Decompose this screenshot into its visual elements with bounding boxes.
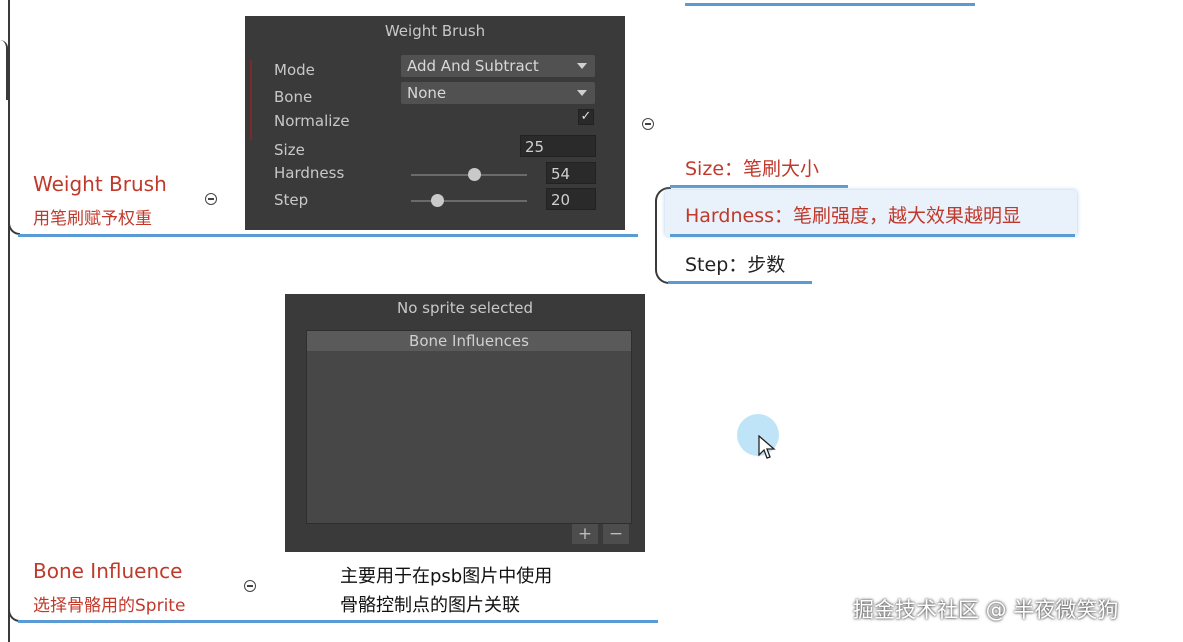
chevron-down-icon — [577, 63, 587, 69]
mode-label: Mode — [274, 61, 315, 79]
mode-dropdown[interactable]: Add And Subtract — [401, 55, 595, 77]
bone-label: Bone — [274, 88, 313, 106]
bone-add-button[interactable]: + — [572, 524, 598, 544]
size-note[interactable]: Size：笔刷大小 — [685, 154, 819, 181]
bone-influence-collapse-icon[interactable] — [244, 580, 256, 592]
bone-description-line1: 主要用于在psb图片中使用 — [340, 566, 553, 587]
bone-influence-branch-curve — [8, 580, 20, 622]
top-node-underline — [685, 3, 975, 6]
bone-influence-node-underline — [18, 620, 658, 623]
bone-dropdown-value: None — [407, 84, 447, 102]
weight-brush-node-subtitle: 用笔刷赋予权重 — [33, 209, 152, 229]
weight-brush-branch-curve — [8, 195, 20, 235]
main-trunk-line — [8, 0, 10, 642]
size-label: Size — [274, 141, 305, 159]
weight-brush-panel: Weight Brush Mode Add And Subtract Bone … — [245, 16, 625, 230]
bone-remove-button[interactable]: − — [603, 524, 629, 544]
step-label: Step — [274, 191, 309, 209]
step-note[interactable]: Step：步数 — [685, 250, 785, 277]
hardness-label: Hardness — [274, 164, 345, 182]
top-left-connector — [0, 40, 8, 100]
hardness-slider-thumb[interactable] — [468, 168, 481, 181]
weight-brush-node-underline — [18, 234, 638, 237]
weight-brush-node-title[interactable]: Weight Brush — [33, 172, 167, 196]
bone-description-line2: 骨骼控制点的图片关联 — [340, 595, 520, 616]
normalize-label: Normalize — [274, 112, 350, 130]
right-branch-curve-bottom — [655, 234, 671, 284]
step-slider-thumb[interactable] — [431, 194, 444, 207]
hardness-note-underline — [670, 234, 1075, 237]
step-field[interactable]: 20 — [546, 188, 596, 210]
watermark-text: 掘金技术社区 @ 半夜微笑狗 — [853, 598, 1119, 622]
chevron-down-icon — [577, 90, 587, 96]
bone-list-header: Bone Influences — [307, 331, 631, 351]
bone-influence-node-subtitle: 选择骨骼用的Sprite — [33, 596, 186, 616]
mouse-pointer-icon — [758, 435, 776, 459]
weight-brush-collapse-icon[interactable] — [205, 193, 217, 205]
size-note-underline — [670, 185, 848, 188]
panel-left-edge-accent — [250, 60, 252, 140]
bone-dropdown[interactable]: None — [401, 82, 595, 104]
panel-title: Weight Brush — [384, 22, 486, 40]
bone-influence-node-title[interactable]: Bone Influence — [33, 559, 182, 583]
bone-list-box: Bone Influences — [306, 330, 632, 524]
no-sprite-title: No sprite selected — [396, 299, 534, 317]
bone-list-header-label: Bone Influences — [409, 332, 529, 350]
normalize-checkbox[interactable]: ✓ — [578, 109, 594, 125]
mode-dropdown-value: Add And Subtract — [407, 57, 539, 75]
hardness-field[interactable]: 54 — [546, 162, 596, 184]
step-slider-track[interactable] — [411, 200, 527, 202]
hardness-note[interactable]: Hardness：笔刷强度，越大效果越明显 — [685, 201, 1021, 228]
bone-influence-panel: No sprite selected Bone Influences + − — [285, 294, 645, 552]
step-note-underline — [668, 281, 812, 284]
panel-collapse-icon[interactable] — [642, 118, 654, 130]
size-field[interactable]: 25 — [520, 135, 596, 157]
